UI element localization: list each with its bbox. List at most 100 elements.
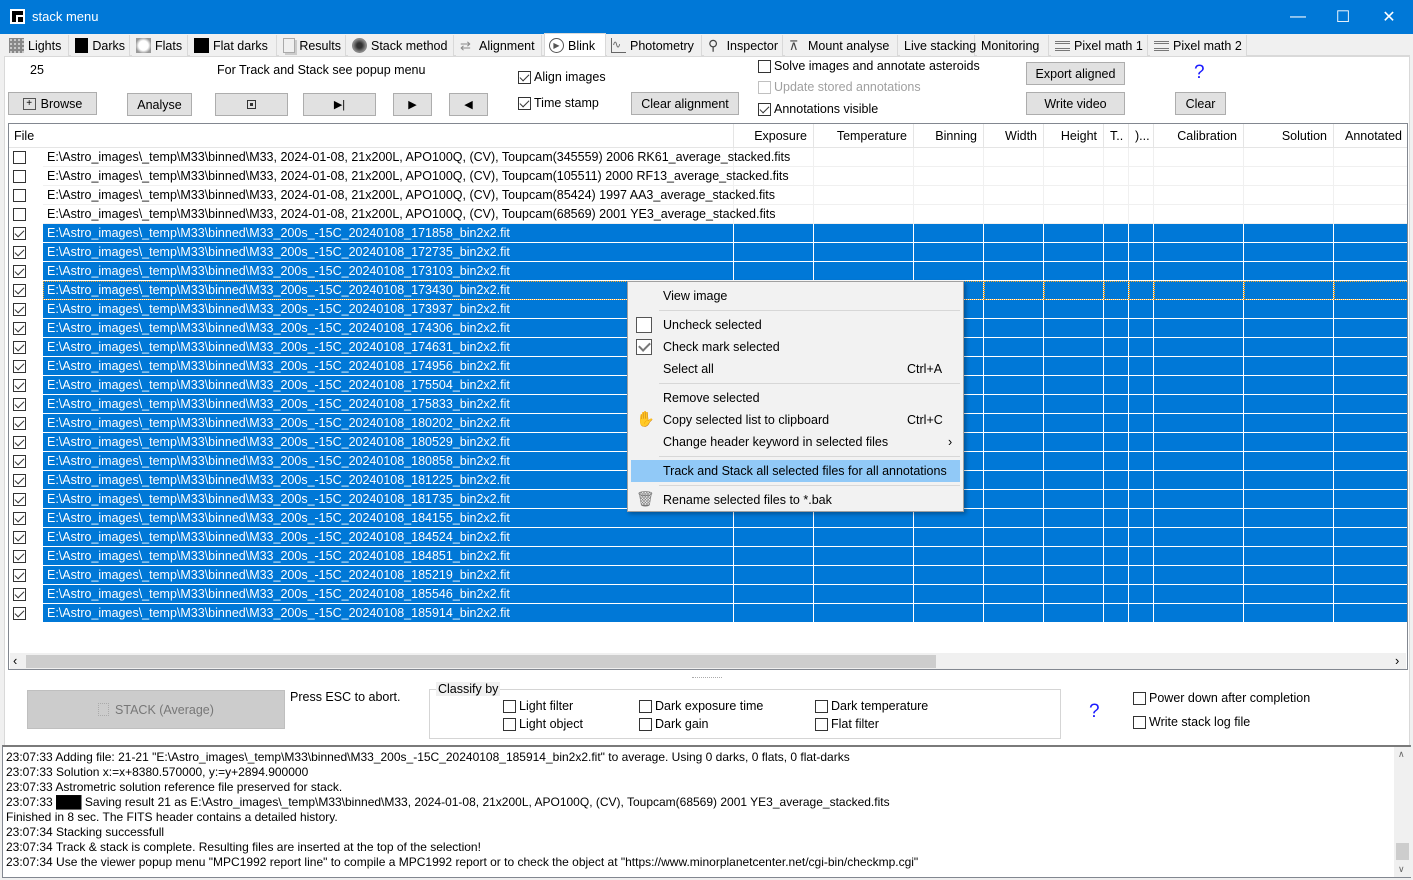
table-row[interactable]: E:\Astro_images\_temp\M33\binned\M33_200… <box>9 224 1407 243</box>
column-header[interactable]: Temperature <box>814 124 914 148</box>
table-row[interactable]: E:\Astro_images\_temp\M33\binned\M33_200… <box>9 604 1407 623</box>
row-checkbox[interactable] <box>13 493 26 506</box>
table-row[interactable]: E:\Astro_images\_temp\M33\binned\M33, 20… <box>9 205 1407 224</box>
table-row[interactable]: E:\Astro_images\_temp\M33\binned\M33, 20… <box>9 148 1407 167</box>
classify-light-object-checkbox[interactable]: Light object <box>503 717 583 731</box>
row-checkbox[interactable] <box>13 265 26 278</box>
time-stamp-checkbox[interactable]: Time stamp <box>518 96 599 110</box>
menu-item-select-all[interactable]: Select all Ctrl+A <box>631 358 960 380</box>
checkbox-box[interactable] <box>815 717 828 731</box>
row-checkbox[interactable] <box>13 227 26 240</box>
classify-dark-exposure-checkbox[interactable]: Dark exposure time <box>639 699 763 713</box>
checkbox-box[interactable] <box>1133 691 1146 705</box>
table-row[interactable]: E:\Astro_images\_temp\M33\binned\M33_200… <box>9 566 1407 585</box>
log-memo[interactable]: 23:07:33 Adding file: 21-21 "E:\Astro_im… <box>2 745 1411 878</box>
row-checkbox[interactable] <box>13 151 26 164</box>
column-header[interactable]: Solution <box>1244 124 1334 148</box>
scroll-up-icon[interactable]: ∧ <box>1398 749 1405 760</box>
solve-annotate-checkbox[interactable]: Solve images and annotate asteroids <box>758 59 980 73</box>
annotations-visible-checkbox[interactable]: Annotations visible <box>758 102 878 116</box>
minimize-button[interactable]: — <box>1275 0 1321 34</box>
menu-item-remove-selected[interactable]: Remove selected <box>631 387 960 409</box>
classify-light-filter-checkbox[interactable]: Light filter <box>503 699 573 713</box>
table-row[interactable]: E:\Astro_images\_temp\M33\binned\M33_200… <box>9 547 1407 566</box>
checkbox-box[interactable] <box>503 717 516 731</box>
row-checkbox[interactable] <box>13 550 26 563</box>
help-icon[interactable]: ? <box>1194 62 1205 84</box>
stack-help-icon[interactable]: ? <box>1089 701 1100 723</box>
checkbox-box[interactable] <box>639 717 652 731</box>
scrollbar-thumb[interactable] <box>1396 843 1409 860</box>
checkbox-box[interactable] <box>815 699 828 713</box>
row-checkbox[interactable] <box>13 322 26 335</box>
row-checkbox[interactable] <box>13 360 26 373</box>
scrollbar-thumb[interactable] <box>26 655 936 668</box>
clear-button[interactable]: Clear <box>1175 92 1226 115</box>
maximize-button[interactable]: ☐ <box>1320 0 1366 34</box>
tab-photometry[interactable]: ∿ Photometry <box>607 35 702 56</box>
row-checkbox[interactable] <box>13 189 26 202</box>
tab-live-stacking[interactable]: Live stacking <box>900 35 976 56</box>
row-checkbox[interactable] <box>13 436 26 449</box>
checkbox-box[interactable] <box>758 102 771 116</box>
classify-flat-filter-checkbox[interactable]: Flat filter <box>815 717 879 731</box>
write-video-button[interactable]: Write video <box>1026 92 1125 115</box>
row-checkbox[interactable] <box>13 246 26 259</box>
menu-item-check-mark-selected[interactable]: Check mark selected <box>631 336 960 358</box>
column-header[interactable]: )... <box>1129 124 1154 148</box>
tab-flats[interactable]: Flats <box>132 35 188 56</box>
row-checkbox[interactable] <box>13 379 26 392</box>
menu-item-uncheck-selected[interactable]: Uncheck selected <box>631 314 960 336</box>
checkbox-box[interactable] <box>518 70 531 84</box>
column-header[interactable]: Calibration <box>1154 124 1244 148</box>
checkbox-box[interactable] <box>639 699 652 713</box>
checkbox-box[interactable] <box>518 96 531 110</box>
align-images-checkbox[interactable]: Align images <box>518 70 606 84</box>
stop-button[interactable] <box>215 93 288 116</box>
menu-item-view-image[interactable]: View image <box>631 285 960 307</box>
tab-monitoring[interactable]: Monitoring <box>977 35 1049 56</box>
classify-dark-temperature-checkbox[interactable]: Dark temperature <box>815 699 928 713</box>
close-button[interactable]: ✕ <box>1366 0 1412 34</box>
menu-item-rename-selected-files-to-bak[interactable]: 🗑 Rename selected files to *.bak <box>631 489 960 511</box>
table-row[interactable]: E:\Astro_images\_temp\M33\binned\M33, 20… <box>9 186 1407 205</box>
checkbox-box[interactable] <box>758 80 771 94</box>
browse-button[interactable]: + Browse <box>8 92 97 115</box>
row-checkbox[interactable] <box>13 607 26 620</box>
row-checkbox[interactable] <box>13 531 26 544</box>
tab-lights[interactable]: Lights <box>5 35 69 56</box>
export-aligned-button[interactable]: Export aligned <box>1026 62 1125 85</box>
table-row[interactable]: E:\Astro_images\_temp\M33\binned\M33_200… <box>9 528 1407 547</box>
menu-item-change-header-keyword-in-selected-files[interactable]: Change header keyword in selected files › <box>631 431 960 453</box>
table-row[interactable]: E:\Astro_images\_temp\M33\binned\M33_200… <box>9 243 1407 262</box>
stack-button[interactable]: STACK (Average) <box>27 690 285 729</box>
scroll-left-icon[interactable]: ‹ <box>13 653 17 668</box>
tab-results[interactable]: Results <box>279 35 346 56</box>
tab-pixel-math-2[interactable]: Pixel math 2 <box>1150 35 1247 56</box>
power-down-checkbox[interactable]: Power down after completion <box>1133 691 1310 705</box>
tab-flat-darks[interactable]: Flat darks <box>190 35 277 56</box>
checkbox-box[interactable] <box>1133 715 1146 729</box>
row-checkbox[interactable] <box>13 341 26 354</box>
menu-item-track-and-stack-all-selected-files-for-all-annotations[interactable]: Track and Stack all selected files for a… <box>631 460 960 482</box>
column-header[interactable]: Binning <box>914 124 984 148</box>
write-log-checkbox[interactable]: Write stack log file <box>1133 715 1250 729</box>
splitter-handle[interactable] <box>692 677 722 680</box>
row-checkbox[interactable] <box>13 588 26 601</box>
tab-darks[interactable]: Darks <box>71 35 130 56</box>
vertical-scrollbar[interactable]: ∧ ∨ <box>1394 747 1411 877</box>
play-forward-button[interactable]: ▶ <box>393 93 432 116</box>
row-checkbox[interactable] <box>13 455 26 468</box>
menu-item-copy-selected-list-to-clipboard[interactable]: ✋ Copy selected list to clipboard Ctrl+C <box>631 409 960 431</box>
horizontal-scrollbar[interactable]: ‹ › <box>10 653 1406 669</box>
column-header[interactable]: Exposure <box>734 124 814 148</box>
column-header[interactable]: T.. <box>1104 124 1129 148</box>
update-annotations-checkbox[interactable]: Update stored annotations <box>758 80 921 94</box>
tab-stack-method[interactable]: Stack method <box>348 35 454 56</box>
classify-dark-gain-checkbox[interactable]: Dark gain <box>639 717 709 731</box>
analyse-button[interactable]: Analyse <box>127 93 192 116</box>
checkbox-box[interactable] <box>503 699 516 713</box>
table-row[interactable]: E:\Astro_images\_temp\M33\binned\M33_200… <box>9 585 1407 604</box>
tab-inspector[interactable]: ⚲ Inspector <box>704 35 783 56</box>
row-checkbox[interactable] <box>13 474 26 487</box>
